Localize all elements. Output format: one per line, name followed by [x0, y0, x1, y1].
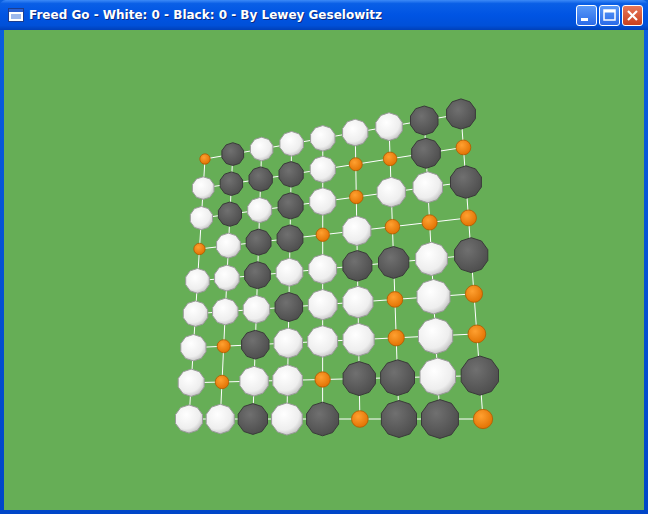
black-stone[interactable]	[412, 138, 441, 168]
black-stone[interactable]	[245, 262, 271, 289]
window-title: Freed Go - White: 0 - Black: 0 - By Lewe…	[29, 8, 571, 22]
black-stone[interactable]	[461, 356, 498, 395]
white-stone[interactable]	[215, 265, 240, 291]
empty-point[interactable]	[194, 243, 205, 254]
white-stone[interactable]	[240, 366, 268, 396]
empty-point[interactable]	[383, 152, 397, 166]
black-stone[interactable]	[222, 143, 244, 166]
black-stone[interactable]	[307, 402, 339, 436]
empty-point[interactable]	[200, 154, 210, 164]
close-icon	[622, 5, 643, 26]
black-stone[interactable]	[218, 202, 241, 226]
white-stone[interactable]	[343, 216, 371, 246]
black-stone[interactable]	[381, 401, 416, 438]
black-stone[interactable]	[379, 247, 409, 279]
white-stone[interactable]	[417, 279, 450, 314]
empty-point[interactable]	[456, 140, 471, 155]
black-stone[interactable]	[411, 106, 439, 135]
empty-point[interactable]	[461, 210, 477, 226]
white-stone[interactable]	[376, 113, 403, 141]
white-stone[interactable]	[413, 172, 443, 203]
black-stone[interactable]	[238, 404, 267, 435]
game-area	[4, 30, 644, 510]
white-stone[interactable]	[190, 206, 212, 229]
close-button[interactable]	[622, 5, 643, 26]
window-icon	[8, 8, 24, 22]
maximize-icon	[599, 5, 620, 26]
black-stone[interactable]	[246, 229, 271, 255]
white-stone[interactable]	[419, 318, 453, 354]
empty-point[interactable]	[349, 158, 362, 171]
white-stone[interactable]	[176, 405, 203, 433]
white-stone[interactable]	[186, 268, 210, 293]
empty-point[interactable]	[465, 285, 482, 302]
white-stone[interactable]	[213, 298, 238, 325]
black-stone[interactable]	[275, 293, 303, 322]
white-stone[interactable]	[248, 198, 272, 223]
black-stone[interactable]	[381, 360, 415, 396]
empty-point[interactable]	[217, 340, 230, 353]
white-stone[interactable]	[178, 369, 204, 396]
empty-point[interactable]	[388, 330, 404, 346]
black-stone[interactable]	[279, 162, 303, 188]
black-stone[interactable]	[278, 193, 303, 219]
empty-point[interactable]	[350, 190, 363, 203]
empty-point[interactable]	[422, 215, 437, 230]
white-stone[interactable]	[250, 137, 273, 161]
empty-point[interactable]	[215, 375, 228, 388]
game-window: Freed Go - White: 0 - Black: 0 - By Lewe…	[0, 0, 648, 514]
empty-point[interactable]	[468, 325, 486, 343]
maximize-button[interactable]	[599, 5, 620, 26]
white-stone[interactable]	[343, 119, 368, 146]
black-stone[interactable]	[249, 167, 272, 191]
white-stone[interactable]	[272, 403, 303, 435]
empty-point[interactable]	[387, 292, 403, 308]
white-stone[interactable]	[416, 242, 448, 275]
black-stone[interactable]	[451, 166, 482, 199]
white-stone[interactable]	[181, 334, 206, 361]
white-stone[interactable]	[192, 177, 214, 200]
black-stone[interactable]	[455, 238, 488, 273]
white-stone[interactable]	[217, 233, 241, 258]
white-stone[interactable]	[343, 286, 373, 318]
black-stone[interactable]	[447, 99, 476, 129]
black-stone[interactable]	[242, 330, 269, 359]
white-stone[interactable]	[308, 290, 337, 320]
white-stone[interactable]	[274, 328, 303, 358]
white-stone[interactable]	[343, 323, 374, 356]
white-stone[interactable]	[206, 404, 234, 434]
black-stone[interactable]	[422, 400, 459, 439]
black-stone[interactable]	[343, 251, 372, 282]
empty-point[interactable]	[316, 228, 329, 241]
black-stone[interactable]	[343, 362, 375, 396]
white-stone[interactable]	[276, 258, 303, 286]
white-stone[interactable]	[377, 177, 405, 207]
title-bar: Freed Go - White: 0 - Black: 0 - By Lewe…	[0, 0, 648, 30]
white-stone[interactable]	[310, 188, 336, 215]
grid-lines	[189, 114, 483, 419]
white-stone[interactable]	[273, 365, 303, 396]
minimize-button[interactable]	[576, 5, 597, 26]
empty-point[interactable]	[352, 411, 369, 428]
white-stone[interactable]	[308, 326, 338, 357]
white-stone[interactable]	[309, 254, 337, 283]
white-stone[interactable]	[311, 126, 335, 152]
black-stone[interactable]	[277, 225, 303, 252]
black-stone[interactable]	[220, 172, 242, 196]
empty-point[interactable]	[315, 372, 330, 387]
go-board[interactable]	[4, 30, 644, 510]
white-stone[interactable]	[183, 301, 207, 327]
white-stone[interactable]	[310, 156, 335, 182]
minimize-icon	[576, 5, 597, 26]
white-stone[interactable]	[420, 358, 456, 395]
white-stone[interactable]	[280, 131, 304, 156]
empty-point[interactable]	[473, 409, 492, 428]
white-stone[interactable]	[243, 295, 270, 323]
empty-point[interactable]	[385, 219, 400, 234]
